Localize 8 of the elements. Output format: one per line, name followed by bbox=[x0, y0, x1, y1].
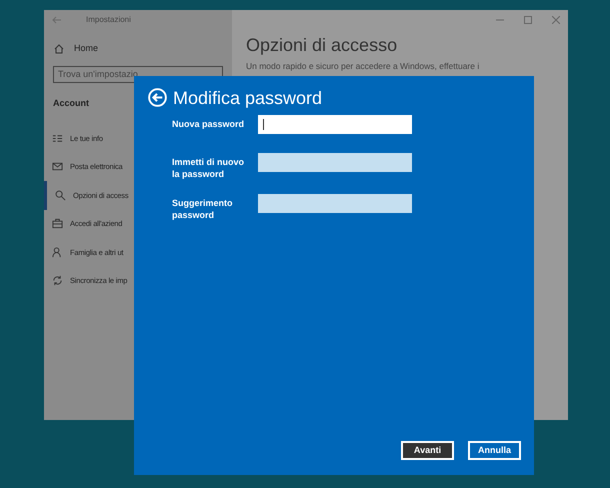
page-title: Opzioni di accesso bbox=[246, 36, 398, 54]
window-title: Impostazioni bbox=[86, 14, 131, 26]
page-description: Un modo rapido e sicuro per accedere a Windows, effettuare i bbox=[246, 60, 480, 73]
dialog-title: Modifica password bbox=[173, 88, 322, 106]
section-heading: Account bbox=[53, 96, 89, 110]
field-label: Suggerimento password bbox=[172, 197, 234, 221]
field-label: Nuova password bbox=[172, 118, 246, 131]
field-label: Immetti di nuovo la password bbox=[172, 156, 245, 180]
